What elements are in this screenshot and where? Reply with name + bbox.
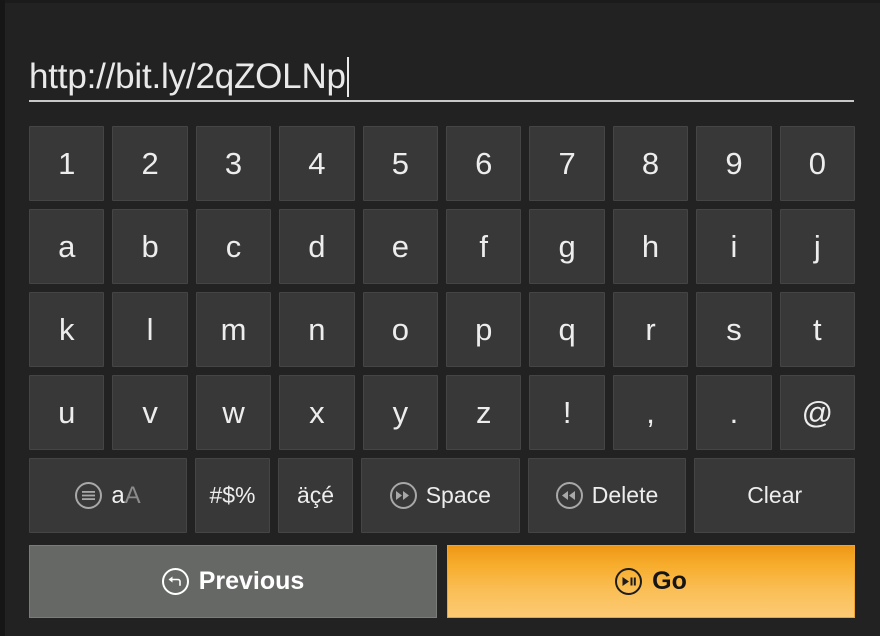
key-comma[interactable]: , xyxy=(612,375,689,450)
delete-key[interactable]: Delete xyxy=(527,458,687,533)
play-pause-circle-icon xyxy=(615,568,643,595)
screen-top-border xyxy=(0,0,880,3)
fast-forward-circle-icon xyxy=(389,482,417,509)
screen-left-border xyxy=(0,0,5,636)
key-x[interactable]: x xyxy=(279,375,355,450)
keyboard-function-row: aA #$% äçé Space Delete Clear xyxy=(29,458,856,533)
back-arrow-circle-icon xyxy=(161,568,189,595)
key-r[interactable]: r xyxy=(612,292,689,367)
key-h[interactable]: h xyxy=(612,209,689,284)
key-v[interactable]: v xyxy=(112,375,188,450)
key-p[interactable]: p xyxy=(446,292,522,367)
key-period[interactable]: . xyxy=(696,375,772,450)
space-key[interactable]: Space xyxy=(361,458,520,533)
key-8[interactable]: 8 xyxy=(612,126,689,201)
keyboard-row-numbers: 1 2 3 4 5 6 7 8 9 0 xyxy=(29,126,856,201)
key-2[interactable]: 2 xyxy=(112,126,188,201)
key-u[interactable]: u xyxy=(29,375,105,450)
key-y[interactable]: y xyxy=(362,375,439,450)
text-caret xyxy=(346,57,349,97)
key-k[interactable]: k xyxy=(29,292,105,367)
key-o[interactable]: o xyxy=(362,292,439,367)
url-input[interactable]: http://bit.ly/2qZOLNp xyxy=(29,46,854,102)
previous-button[interactable]: Previous xyxy=(29,545,437,618)
key-3[interactable]: 3 xyxy=(195,126,272,201)
case-upper-label: A xyxy=(124,481,141,509)
key-7[interactable]: 7 xyxy=(529,126,605,201)
key-n[interactable]: n xyxy=(279,292,355,367)
key-9[interactable]: 9 xyxy=(696,126,772,201)
previous-button-label: Previous xyxy=(198,567,305,595)
keyboard-grid: 1 2 3 4 5 6 7 8 9 0 a b c d e f g h i j … xyxy=(29,126,856,541)
key-b[interactable]: b xyxy=(112,209,188,284)
case-toggle-label: aA xyxy=(111,482,140,510)
keyboard-row-k-t: k l m n o p q r s t xyxy=(29,292,856,367)
key-a[interactable]: a xyxy=(29,209,105,284)
virtual-keyboard-screen: http://bit.ly/2qZOLNp 1 2 3 4 5 6 7 8 9 … xyxy=(0,0,880,636)
case-toggle-key[interactable]: aA xyxy=(29,458,187,533)
key-j[interactable]: j xyxy=(779,209,856,284)
key-c[interactable]: c xyxy=(195,209,272,284)
keyboard-row-a-j: a b c d e f g h i j xyxy=(29,209,856,284)
action-button-row: Previous Go xyxy=(29,545,855,618)
symbols-key[interactable]: #$% xyxy=(195,458,270,533)
clear-key[interactable]: Clear xyxy=(694,458,856,533)
case-lower-label: a xyxy=(111,481,125,509)
key-4[interactable]: 4 xyxy=(279,126,355,201)
accents-key[interactable]: äçé xyxy=(278,458,353,533)
key-i[interactable]: i xyxy=(696,209,772,284)
key-f[interactable]: f xyxy=(446,209,522,284)
key-d[interactable]: d xyxy=(279,209,355,284)
delete-key-label: Delete xyxy=(591,482,659,508)
go-button-label: Go xyxy=(652,567,687,595)
key-m[interactable]: m xyxy=(195,292,272,367)
key-w[interactable]: w xyxy=(195,375,272,450)
rewind-circle-icon xyxy=(555,482,583,509)
key-g[interactable]: g xyxy=(529,209,605,284)
menu-circle-icon xyxy=(75,482,103,509)
keyboard-row-u-at: u v w x y z ! , . @ xyxy=(29,375,856,450)
key-z[interactable]: z xyxy=(446,375,522,450)
key-l[interactable]: l xyxy=(112,292,188,367)
key-q[interactable]: q xyxy=(529,292,605,367)
go-button[interactable]: Go xyxy=(447,545,855,618)
key-e[interactable]: e xyxy=(362,209,439,284)
key-1[interactable]: 1 xyxy=(29,126,105,201)
key-5[interactable]: 5 xyxy=(362,126,439,201)
space-key-label: Space xyxy=(425,482,491,508)
key-6[interactable]: 6 xyxy=(446,126,522,201)
key-s[interactable]: s xyxy=(696,292,772,367)
key-at-sign[interactable]: @ xyxy=(779,375,856,450)
key-exclamation[interactable]: ! xyxy=(529,375,605,450)
key-t[interactable]: t xyxy=(779,292,856,367)
url-input-value: http://bit.ly/2qZOLNp xyxy=(29,57,346,96)
key-0[interactable]: 0 xyxy=(779,126,856,201)
